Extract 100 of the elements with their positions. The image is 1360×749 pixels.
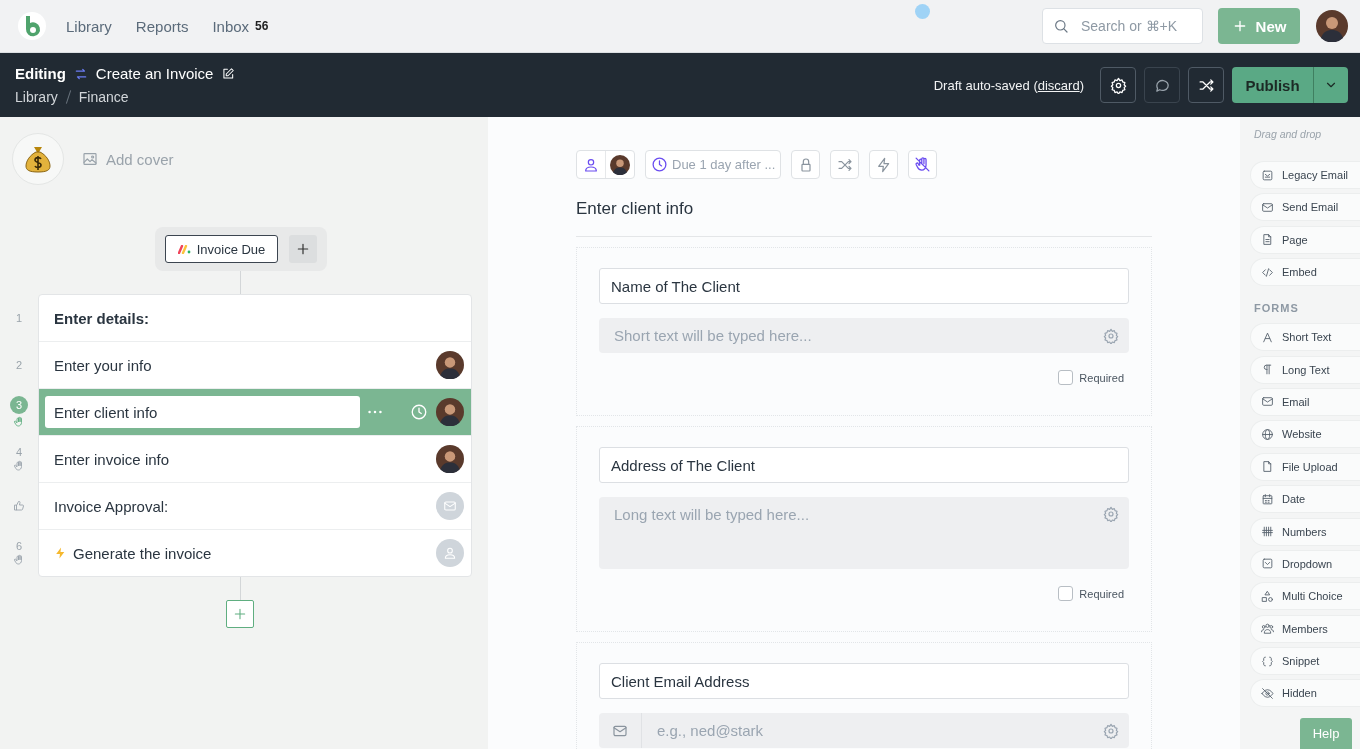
palette-item[interactable]: Short Text <box>1250 323 1360 352</box>
step-row[interactable]: Enter invoice info <box>39 436 471 483</box>
palette-item[interactable]: Numbers <box>1250 517 1360 546</box>
nav-link[interactable]: Library <box>66 17 112 35</box>
breadcrumb-link[interactable]: Finance <box>78 89 129 105</box>
step-title: Generate the invoice <box>73 544 212 562</box>
shuffle-icon <box>836 156 853 173</box>
palette-item[interactable]: Long Text <box>1250 355 1360 384</box>
dropdown-icon <box>1261 557 1274 571</box>
thumbs-up-icon <box>13 499 25 512</box>
step-number: 4 <box>15 445 23 458</box>
step-row[interactable]: Enter client info <box>39 389 471 436</box>
settings-icon <box>1103 506 1119 522</box>
person-icon <box>443 546 457 560</box>
palette-item[interactable]: Website <box>1250 420 1360 449</box>
image-icon <box>82 151 98 167</box>
required-label: Required <box>1079 371 1124 384</box>
automation-button[interactable] <box>869 150 899 179</box>
file-icon <box>1261 460 1274 474</box>
shapes-icon <box>1261 589 1274 603</box>
mode-label: Editing <box>15 65 66 82</box>
workflow-title: Create an Invoice <box>95 65 214 82</box>
clock-icon <box>651 156 668 173</box>
more-icon[interactable] <box>368 410 383 414</box>
palette-hint: Drag and drop <box>1254 127 1323 141</box>
required-label: Required <box>1079 587 1124 600</box>
required-checkbox[interactable] <box>1058 586 1074 601</box>
palette-item[interactable]: Embed <box>1250 258 1360 287</box>
step-title: Enter invoice info <box>54 450 170 468</box>
envelope-card-icon <box>1261 168 1274 182</box>
add-step-button[interactable] <box>226 600 254 628</box>
emoji-button[interactable] <box>12 133 64 185</box>
palette-item[interactable]: File Upload <box>1250 452 1360 481</box>
globe-icon <box>1261 427 1274 441</box>
nav-link[interactable]: Reports <box>135 17 189 35</box>
label-field[interactable]: Address of The Client <box>599 447 1129 483</box>
avatar <box>436 351 464 379</box>
document-icon <box>1261 233 1274 247</box>
palette-item[interactable]: Snippet <box>1250 647 1360 676</box>
palette-item[interactable]: Hidden <box>1250 679 1360 708</box>
avatar <box>1316 10 1348 42</box>
placeholder-text: e.g., ned@stark <box>657 722 765 739</box>
avatar <box>436 398 464 426</box>
money-bag-icon <box>25 145 51 173</box>
settings-button[interactable] <box>1100 67 1136 103</box>
people-icon <box>1261 622 1274 636</box>
step-title: Enter your info <box>54 356 152 374</box>
braces-icon <box>1261 654 1274 668</box>
hand-off-icon <box>914 156 932 173</box>
tally-icon <box>1261 525 1274 538</box>
lock-button[interactable] <box>791 150 821 179</box>
palette-heading: FORMS <box>1254 301 1300 317</box>
draft-status: Draft auto-saved (discard) <box>933 77 1084 93</box>
settings-icon <box>1109 76 1127 94</box>
publish-menu-button[interactable] <box>1313 67 1348 103</box>
publish-button[interactable]: Publish <box>1232 67 1313 103</box>
stop-button[interactable] <box>908 150 938 179</box>
calendar-icon <box>1261 492 1274 506</box>
breadcrumb-link[interactable]: Library <box>15 89 58 105</box>
label-field[interactable]: Name of The Client <box>599 268 1129 304</box>
step-title: Invoice Approval: <box>54 497 169 515</box>
palette-item[interactable]: Members <box>1250 614 1360 643</box>
trigger-button[interactable]: Invoice Due <box>164 235 279 263</box>
palette-item[interactable]: Page <box>1250 225 1360 254</box>
palette-item[interactable]: Date <box>1250 485 1360 514</box>
comment-button[interactable] <box>1144 67 1180 103</box>
add-trigger-button[interactable] <box>289 235 318 263</box>
step-row[interactable]: Enter details: <box>39 295 471 342</box>
palette-item[interactable]: Send Email <box>1250 193 1360 222</box>
envelope-icon <box>1261 200 1274 214</box>
envelope-icon <box>1261 395 1274 409</box>
step-title-field[interactable]: Enter client info <box>45 396 361 428</box>
arrows-icon <box>73 66 88 81</box>
stripes-icon <box>177 244 191 254</box>
paragraph-icon <box>1261 363 1274 377</box>
step-row[interactable]: Invoice Approval: <box>39 483 471 530</box>
label-field[interactable]: Client Email Address <box>599 663 1129 699</box>
palette-item[interactable]: Dropdown <box>1250 549 1360 578</box>
palette-item[interactable]: Legacy Email <box>1250 161 1360 189</box>
placeholder-text: Long text will be typed here... <box>614 506 811 523</box>
settings-icon <box>1103 327 1119 344</box>
required-checkbox[interactable] <box>1058 370 1074 385</box>
text-icon <box>1261 330 1274 344</box>
assignee-button[interactable] <box>576 150 635 179</box>
palette-item[interactable]: Multi Choice <box>1250 582 1360 611</box>
inbox-count: 56 <box>255 19 269 33</box>
placeholder-text: Short text will be typed here... <box>614 327 813 344</box>
step-heading: Enter client info <box>576 198 695 220</box>
nav-link[interactable]: Inbox 56 <box>212 17 269 35</box>
bolt-icon <box>875 156 892 173</box>
search-field[interactable]: Search or ⌘+K <box>1042 8 1203 44</box>
logo-icon[interactable] <box>18 12 46 40</box>
settings-icon <box>1103 722 1119 739</box>
envelope-icon <box>443 499 457 513</box>
edit-icon <box>221 66 236 81</box>
step-row[interactable]: Generate the invoice <box>39 530 471 576</box>
code-icon <box>1261 265 1274 279</box>
shuffle-icon <box>1197 76 1215 94</box>
palette-item[interactable]: Email <box>1250 387 1360 416</box>
shuffle-button[interactable] <box>1188 67 1224 103</box>
